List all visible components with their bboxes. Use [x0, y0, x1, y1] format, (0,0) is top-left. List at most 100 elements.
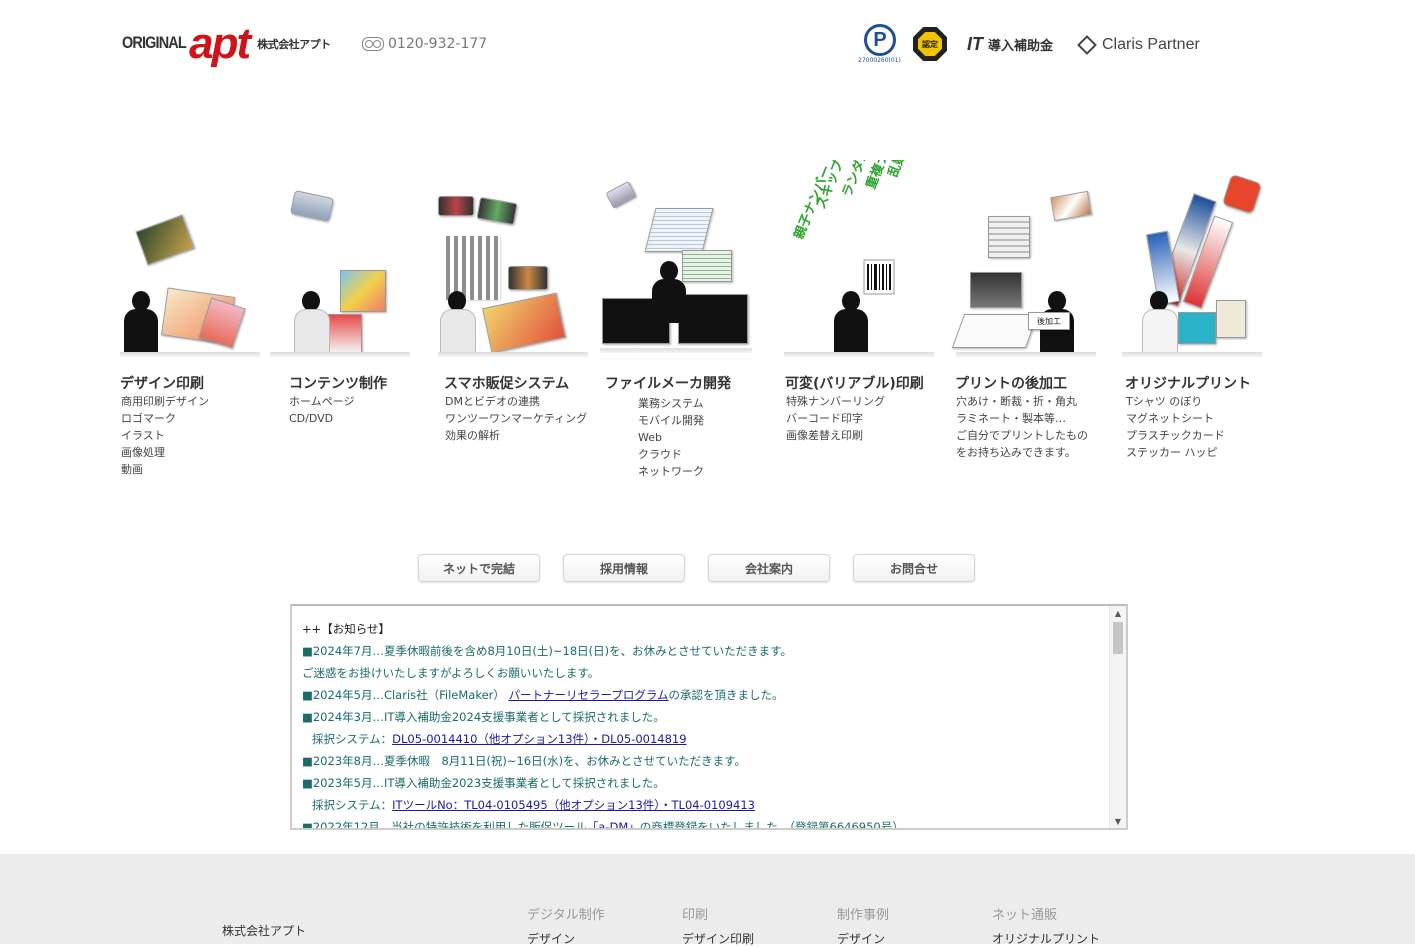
news-item: ■2024年5月…Claris社（FileMaker） パートナーリセラープログ…: [302, 684, 1108, 706]
service-title: オリジナルプリント: [1125, 376, 1251, 392]
scroll-down-arrow-icon[interactable]: ▼: [1110, 814, 1126, 828]
scroll-thumb[interactable]: [1113, 622, 1123, 654]
service-item-list: 商用印刷デザイン ロゴマーク イラスト 画像処理 動画: [121, 393, 209, 478]
claris-diamond-icon: [1077, 35, 1097, 55]
privacy-mark-icon: P: [864, 24, 896, 56]
service-item: CD/DVD: [289, 412, 334, 425]
service-item: ロゴマーク: [121, 412, 176, 425]
privacy-mark-badge: P 27000260(01): [858, 24, 904, 66]
service-item-list: 業務システム モバイル開発 Web クラウド ネットワーク: [638, 395, 704, 480]
news-text: 採択システム：: [312, 798, 393, 812]
service-item: Tシャツ のぼり: [1126, 395, 1203, 408]
scroll-up-arrow-icon[interactable]: ▲: [1110, 606, 1126, 620]
service-item: 商用印刷デザイン: [121, 395, 209, 408]
smartphone-promotion-illustration: [438, 182, 588, 357]
post-process-sign: 後加工: [1028, 312, 1070, 330]
service-item: 画像処理: [121, 446, 165, 459]
service-item-list: 特殊ナンバーリング バーコード印字 画像差替え印刷: [786, 393, 885, 444]
service-item: 画像差替え印刷: [786, 429, 863, 442]
nav-button-recruit[interactable]: 採用情報: [563, 554, 685, 582]
service-item: プラスチックカード: [1126, 429, 1225, 442]
privacy-mark-number: 27000260(01): [858, 57, 901, 64]
news-item: ご迷惑をお掛けいたしますがよろしくお願いいたします。: [302, 662, 1108, 684]
news-text: ■2024年5月…Claris社（FileMaker）: [302, 688, 505, 702]
service-item: ホームページ: [289, 395, 355, 408]
post-processing-illustration: 後加工: [951, 182, 1096, 357]
claris-partner-logo: Claris Partner: [1077, 35, 1200, 55]
news-text: ■2024年3月…IT導入補助金2024支援事業者として採択されました。: [302, 710, 665, 724]
header-phone[interactable]: 0120-932-177: [362, 36, 487, 52]
nav-button-online[interactable]: ネットで完結: [418, 554, 540, 582]
news-link-dl05[interactable]: DL05-0014410（他オプション13件）・DL05-0014819: [392, 732, 686, 746]
news-text: ■2023年5月…IT導入補助金2023支援事業者として採択されました。: [302, 776, 665, 790]
service-item: ご自分でプリントしたもの: [956, 429, 1088, 442]
footer-column-heading: 制作事例: [837, 908, 890, 923]
footer-link[interactable]: デザイン: [527, 930, 575, 947]
filemaker-illustration: [600, 178, 752, 353]
news-item: ■2024年7月…夏季休暇前後を含め8月10日(土)~18日(日)を、お休みとさ…: [302, 640, 1108, 662]
service-item-list: 穴あけ・断裁・折・角丸 ラミネート・製本等… ご自分でプリントしたもの をお持ち…: [956, 393, 1088, 461]
news-text: 採択システム：: [312, 732, 393, 746]
logo-original-text: ORIGINAL: [122, 33, 187, 52]
nav-button-contact[interactable]: お問合せ: [853, 554, 975, 582]
footer-column-heading: ネット通販: [992, 908, 1058, 923]
footer-link[interactable]: デザイン: [837, 930, 885, 947]
news-item: ■2022年12月…当社の特許技術を利用した販促ツール「a-DM」の商標登録をい…: [302, 816, 1108, 830]
contents-illustration: [270, 182, 410, 357]
news-item: ■2023年8月…夏季休暇 8月11日(祝)~16日(水)を、お休みとさせていた…: [302, 750, 1108, 772]
design-print-illustration: [120, 182, 260, 357]
news-heading: ++【お知らせ】: [302, 622, 391, 636]
news-scrollbar[interactable]: ▲ ▼: [1109, 606, 1126, 828]
service-item: クラウド: [638, 448, 682, 461]
it-subsidy-logo: IT 導入補助金: [967, 34, 1053, 55]
certified-badge: 認定: [913, 27, 947, 61]
news-text: の承認を頂きました。: [668, 688, 784, 702]
variable-word: 乱数ナンバー: [885, 160, 929, 179]
news-link-partner-program[interactable]: パートナーリセラープログラム: [509, 688, 669, 702]
footer-link[interactable]: デザイン印刷: [682, 930, 754, 947]
it-subsidy-prefix: IT: [967, 34, 983, 54]
news-text: ■2024年7月…夏季休暇前後を含め8月10日(土)~18日(日)を、お休みとさ…: [302, 644, 792, 658]
service-title: デザイン印刷: [120, 376, 204, 392]
nav-button-company[interactable]: 会社案内: [708, 554, 830, 582]
news-text: ■2022年12月…当社の特許技術を利用した販促ツール: [302, 820, 587, 830]
news-link-a-dm[interactable]: 「a-DM」: [587, 820, 640, 828]
site-footer: 株式会社アプト デジタル制作 デザイン 印刷 デザイン印刷 制作事例 デザイン …: [0, 854, 1415, 947]
news-item: ■2023年5月…IT導入補助金2023支援事業者として採択されました。: [302, 772, 1108, 794]
logo-apt-text: apt: [189, 19, 251, 68]
service-item: 効果の解析: [445, 429, 500, 442]
service-item: ネットワーク: [638, 465, 704, 478]
service-item-list: ホームページ CD/DVD: [289, 393, 354, 427]
phone-number: 0120-932-177: [388, 36, 488, 52]
service-item-list: Tシャツ のぼり マグネットシート プラスチックカード ステッカー ハッピ: [1126, 393, 1225, 461]
service-item-list: DMとビデオの連携 ワンツーワンマーケティング 効果の解析: [445, 393, 587, 444]
service-item: イラスト: [121, 429, 165, 442]
site-logo[interactable]: ORIGINAL apt 株式会社アプト: [122, 18, 331, 68]
footer-link[interactable]: オリジナルプリント: [992, 930, 1100, 947]
news-scroll-box[interactable]: ++【お知らせ】 ■2024年7月…夏季休暇前後を含め8月10日(土)~18日(…: [290, 604, 1128, 830]
service-item: 穴あけ・断裁・折・角丸: [956, 395, 1077, 408]
service-item: ワンツーワンマーケティング: [445, 412, 588, 425]
service-title: プリントの後加工: [955, 376, 1067, 392]
service-item: 特殊ナンバーリング: [786, 395, 885, 408]
service-item: 業務システム: [638, 397, 704, 410]
service-item: Web: [638, 431, 662, 444]
it-subsidy-suffix: 導入補助金: [988, 39, 1054, 54]
service-item: マグネットシート: [1126, 412, 1214, 425]
service-item: ラミネート・製本等…: [956, 412, 1066, 425]
news-link-tl04[interactable]: ITツールNo：TL04-0105495（他オプション13件）・TL04-010…: [392, 798, 755, 812]
service-item: DMとビデオの連携: [445, 395, 540, 408]
footer-company-name: 株式会社アプト: [222, 924, 307, 938]
service-title: コンテンツ制作: [289, 376, 387, 392]
service-item: ステッカー ハッピ: [1126, 446, 1218, 459]
footer-column-heading: デジタル制作: [527, 908, 605, 923]
service-title: 可変(バリアブル)印刷: [785, 376, 924, 392]
news-text: ご迷惑をお掛けいたしますがよろしくお願いいたします。: [302, 666, 600, 680]
service-item: 動画: [121, 463, 143, 476]
news-item: 採択システム：DL05-0014410（他オプション13件）・DL05-0014…: [302, 728, 1108, 750]
news-text: の商標登録をいたしました。（登録第6646950号）: [639, 820, 904, 830]
service-item: モバイル開発: [638, 414, 704, 427]
service-item: バーコード印字: [786, 412, 863, 425]
service-title: スマホ販促システム: [444, 376, 570, 392]
service-item: をお持ち込みできます。: [956, 446, 1076, 459]
